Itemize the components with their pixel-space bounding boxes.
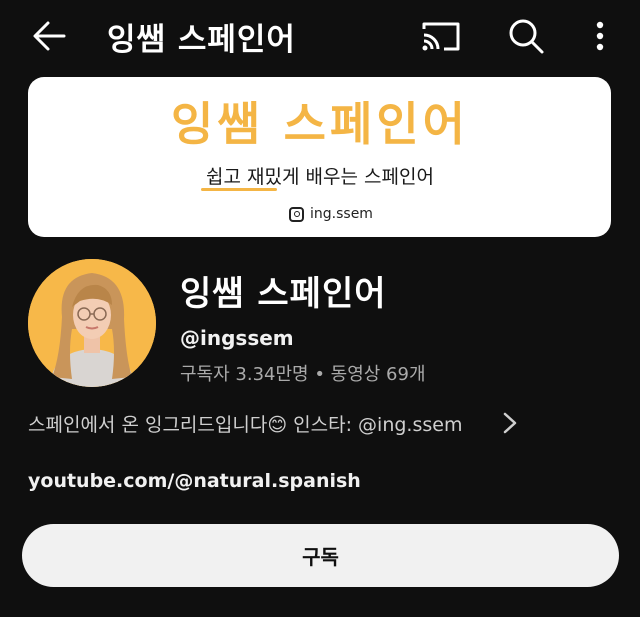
banner-title: 잉쌤 스페인어	[171, 97, 469, 151]
instagram-icon	[289, 206, 304, 222]
channel-name: 잉쌤 스페인어	[180, 274, 387, 314]
channel-link[interactable]: youtube.com/@natural.spanish	[28, 470, 361, 492]
banner-instagram-handle: ing.ssem	[310, 206, 373, 222]
channel-stats: 구독자 3.34만명 • 동영상 69개	[180, 364, 426, 385]
banner-subtitle: 쉽고 재밌게 배우는 스페인어	[206, 166, 434, 188]
back-arrow-icon	[33, 21, 66, 51]
description-text: 스페인에서 온 잉그리드입니다😊 인스타: @ing.ssem	[28, 413, 463, 436]
chevron-right-icon	[503, 412, 517, 434]
banner-instagram: ing.ssem	[289, 203, 373, 225]
avatar[interactable]	[28, 259, 156, 387]
top-app-bar: 잉쌤 스페인어	[0, 0, 640, 72]
subscribe-button[interactable]: 구독	[22, 524, 619, 587]
channel-description[interactable]: 스페인에서 온 잉그리드입니다😊 인스타: @ing.ssem	[28, 408, 528, 438]
avatar-portrait	[28, 259, 156, 387]
cast-button[interactable]	[420, 16, 462, 56]
page-title: 잉쌤 스페인어	[107, 22, 296, 58]
back-button[interactable]	[30, 16, 70, 56]
channel-page: 잉쌤 스페인어 잉쌤 스페인어 쉽고 재밌게 배우는 스페인어 ing.ssem…	[0, 0, 640, 617]
cast-icon	[422, 22, 460, 51]
banner-underline	[201, 188, 277, 191]
more-vert-icon	[596, 21, 604, 51]
channel-handle: @ingssem	[180, 326, 294, 350]
search-button[interactable]	[506, 16, 546, 56]
more-options-button[interactable]	[584, 16, 616, 56]
search-icon	[509, 19, 544, 54]
